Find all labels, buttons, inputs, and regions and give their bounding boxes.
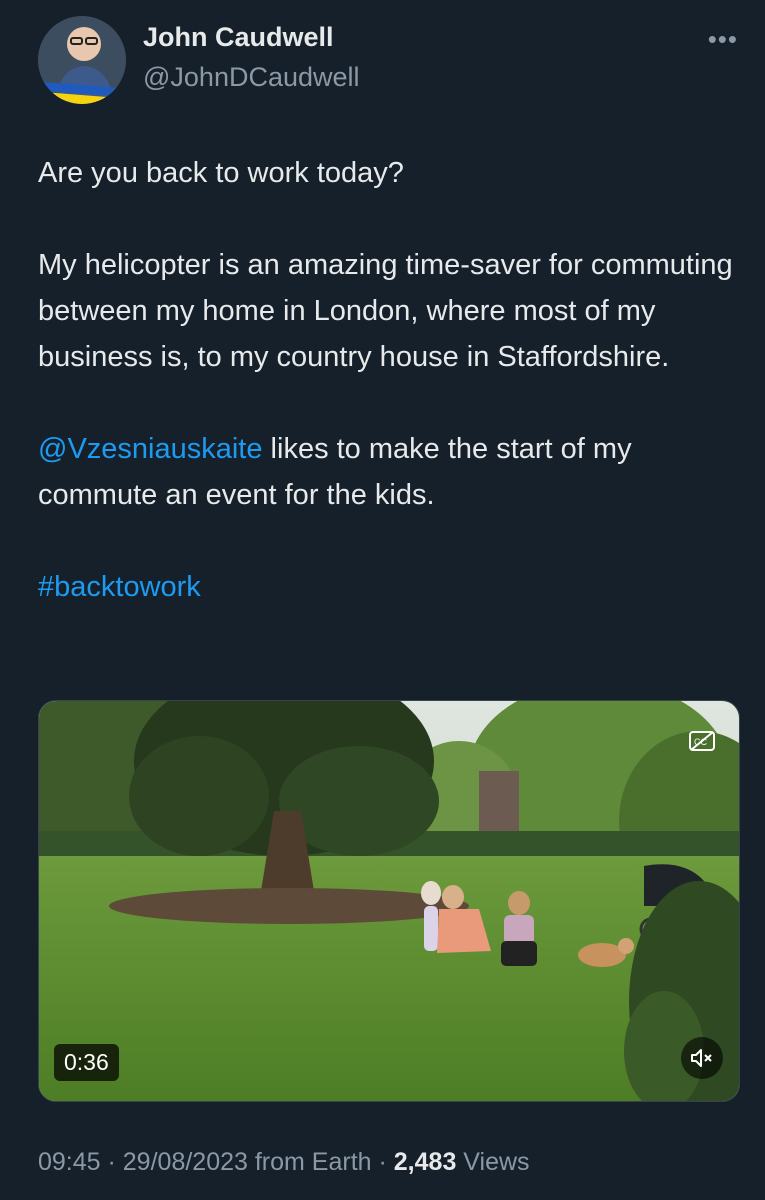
tweet-paragraph-3: @Vzesniauskaite likes to make the start … [38,426,738,518]
views-label: Views [456,1148,530,1176]
tweet-source: from Earth [247,1148,372,1176]
tweet-header: John Caudwell @JohnDCaudwell ••• [38,16,738,106]
tweet-text: Are you back to work today? My helicopte… [38,150,738,610]
more-options-icon[interactable]: ••• [708,24,738,55]
hashtag-link[interactable]: #backtowork [38,571,201,603]
tweet-paragraph-2: My helicopter is an amazing time-saver f… [38,249,733,373]
separator: · [100,1148,123,1176]
author-handle[interactable]: @JohnDCaudwell [143,62,360,93]
tweet-date[interactable]: 29/08/2023 [123,1148,248,1176]
mention-link[interactable]: @Vzesniauskaite [38,433,263,465]
author-name[interactable]: John Caudwell [143,22,334,53]
tweet-metadata: 09:45 · 29/08/2023 from Earth · 2,483 Vi… [38,1148,530,1177]
avatar-image [38,16,126,104]
tweet-time[interactable]: 09:45 [38,1148,101,1176]
tweet-line-1: Are you back to work today? [38,157,404,189]
closed-captions-icon[interactable]: CC [685,727,719,755]
video-player[interactable]: CC 0:36 [38,700,740,1102]
video-duration: 0:36 [54,1044,119,1081]
separator: · [371,1148,394,1176]
video-thumbnail [39,701,739,1101]
muted-speaker-icon[interactable] [681,1037,723,1079]
views-count: 2,483 [393,1148,457,1176]
avatar[interactable] [38,16,126,104]
